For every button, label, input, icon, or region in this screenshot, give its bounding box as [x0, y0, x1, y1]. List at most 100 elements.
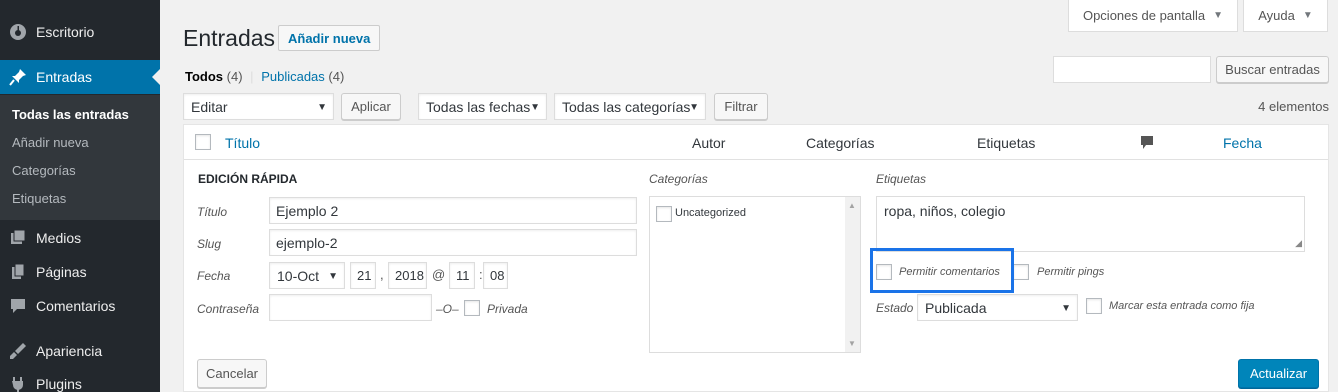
submenu-all-posts[interactable]: Todas las entradas	[12, 107, 129, 122]
sidebar-item-dashboard[interactable]: Escritorio	[0, 15, 160, 49]
private-label: Privada	[487, 302, 528, 316]
dashboard-icon	[0, 23, 36, 41]
add-new-button[interactable]: Añadir nueva	[278, 25, 381, 51]
posts-table: Título Autor Categorías Etiquetas Fecha …	[183, 124, 1329, 392]
appearance-icon	[0, 342, 36, 360]
year-field[interactable]: 2018	[388, 262, 427, 289]
screen-options-tab[interactable]: Opciones de pantalla ▼	[1068, 0, 1238, 32]
slug-label: Slug	[197, 237, 222, 251]
view-published-link[interactable]: Publicadas	[261, 69, 325, 84]
sidebar-item-label: Apariencia	[36, 343, 103, 359]
help-label: Ayuda	[1258, 8, 1295, 23]
column-tags: Etiquetas	[977, 135, 1036, 151]
status-select[interactable]: Publicada ▼	[917, 294, 1078, 321]
password-field[interactable]	[269, 294, 432, 321]
submenu-tags[interactable]: Etiquetas	[12, 191, 66, 206]
items-count: 4 elementos	[1258, 99, 1329, 114]
sidebar-item-comments[interactable]: Comentarios	[0, 289, 160, 323]
tags-value: ropa, niños, colegio	[884, 203, 1006, 219]
scroll-down-icon[interactable]: ▼	[848, 339, 856, 348]
title-label: Título	[197, 205, 228, 219]
hour-field[interactable]: 11	[449, 262, 475, 289]
table-header: Título Autor Categorías Etiquetas Fecha	[184, 125, 1328, 160]
comments-icon	[0, 297, 36, 315]
comment-icon	[1140, 135, 1154, 153]
bulk-action-select[interactable]: Editar ▼	[183, 93, 334, 120]
allow-pings-checkbox[interactable]	[1013, 264, 1029, 280]
column-title[interactable]: Título	[225, 135, 260, 151]
scroll-up-icon[interactable]: ▲	[848, 201, 856, 210]
date-filter-select[interactable]: Todas las fechas ▼	[418, 93, 547, 120]
month-value: 10-Oct	[277, 267, 320, 284]
tags-textarea[interactable]: ropa, niños, colegio ◢	[876, 196, 1305, 252]
slug-field[interactable]: ejemplo-2	[269, 229, 637, 256]
day-value: 21	[357, 268, 372, 283]
view-all-count: (4)	[226, 69, 243, 84]
bulk-action-value: Editar	[191, 98, 228, 115]
caret-down-icon: ▼	[1302, 10, 1313, 21]
title-field-value: Ejemplo 2	[276, 202, 339, 219]
views-separator: |	[250, 69, 254, 84]
media-icon	[0, 229, 36, 247]
pages-icon	[0, 263, 36, 281]
private-checkbox[interactable]	[464, 300, 480, 316]
password-label: Contraseña	[197, 302, 260, 316]
view-published-count: (4)	[328, 69, 345, 84]
chevron-down-icon: ▼	[317, 102, 327, 113]
select-all-checkbox[interactable]	[195, 134, 211, 150]
sidebar-item-posts[interactable]: Entradas	[0, 60, 160, 94]
submenu-add-new[interactable]: Añadir nueva	[12, 135, 89, 150]
sticky-label: Marcar esta entrada como fija	[1109, 300, 1255, 312]
sidebar-item-media[interactable]: Medios	[0, 221, 160, 255]
date-filter-value: Todas las fechas	[426, 98, 531, 115]
help-tab[interactable]: Ayuda ▼	[1243, 0, 1328, 32]
filter-button[interactable]: Filtrar	[714, 93, 768, 120]
at-symbol: @	[432, 267, 446, 282]
status-label: Estado	[876, 301, 914, 315]
chevron-down-icon: ▼	[689, 102, 699, 113]
sidebar-item-label: Plugins	[36, 376, 82, 392]
category-item-label: Uncategorized	[675, 207, 746, 219]
view-all-link[interactable]: Todos	[185, 69, 223, 84]
or-separator: –O–	[436, 302, 459, 316]
search-input[interactable]	[1053, 56, 1211, 83]
plugins-icon	[0, 375, 36, 392]
month-select[interactable]: 10-Oct ▼	[269, 262, 345, 289]
minute-field[interactable]: 08	[483, 262, 508, 289]
admin-sidebar: Escritorio Entradas Todas las entradas A…	[0, 0, 160, 392]
sidebar-item-appearance[interactable]: Apariencia	[0, 334, 160, 368]
apply-button[interactable]: Aplicar	[341, 93, 401, 120]
day-field[interactable]: 21	[350, 262, 376, 289]
pin-icon	[0, 68, 36, 86]
title-field[interactable]: Ejemplo 2	[269, 197, 637, 224]
column-author: Autor	[692, 135, 726, 151]
screen-options-label: Opciones de pantalla	[1082, 8, 1206, 23]
post-views: Todos (4) | Publicadas (4)	[185, 69, 344, 84]
column-date[interactable]: Fecha	[1223, 135, 1262, 151]
submenu-categories[interactable]: Categorías	[12, 163, 76, 178]
cancel-button[interactable]: Cancelar	[197, 359, 267, 388]
sidebar-item-plugins[interactable]: Plugins	[0, 367, 160, 392]
category-scrollbar[interactable]: ▲ ▼	[845, 197, 860, 352]
resize-handle-icon[interactable]: ◢	[1295, 238, 1302, 249]
sidebar-item-pages[interactable]: Páginas	[0, 255, 160, 289]
update-button[interactable]: Actualizar	[1238, 359, 1320, 388]
sidebar-item-label: Medios	[36, 230, 82, 246]
chevron-down-icon: ▼	[530, 102, 540, 113]
status-value: Publicada	[925, 299, 987, 316]
sticky-checkbox[interactable]	[1086, 298, 1102, 314]
search-posts-button[interactable]: Buscar entradas	[1216, 56, 1329, 83]
allow-comments-highlight	[870, 248, 1014, 293]
year-value: 2018	[395, 268, 424, 283]
category-checklist[interactable]: Uncategorized ▲ ▼	[649, 196, 861, 353]
categories-label: Categorías	[649, 172, 708, 186]
sidebar-item-label: Páginas	[36, 264, 87, 280]
slug-field-value: ejemplo-2	[276, 234, 338, 251]
posts-submenu: Todas las entradas Añadir nueva Categorí…	[0, 95, 160, 220]
minute-value: 08	[490, 268, 505, 283]
category-checkbox[interactable]	[656, 206, 672, 222]
hour-value: 11	[456, 268, 470, 283]
quick-edit-heading: EDICIÓN RÁPIDA	[198, 172, 298, 186]
column-categories: Categorías	[806, 135, 875, 151]
category-filter-select[interactable]: Todas las categorías ▼	[554, 93, 706, 120]
